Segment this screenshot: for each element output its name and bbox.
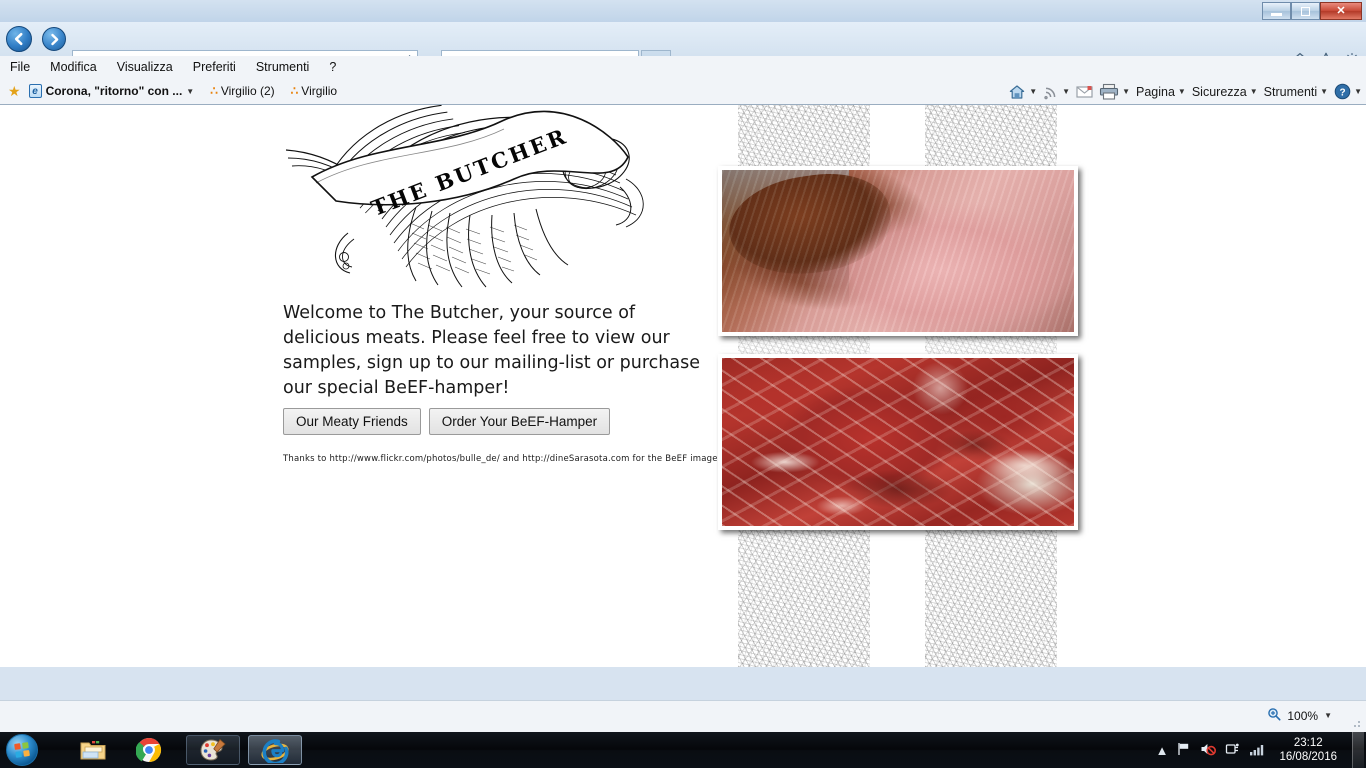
zoom-level-label: 100% (1287, 708, 1319, 723)
taskbar-item-internet-explorer[interactable] (248, 735, 302, 765)
signal-bars-icon[interactable] (1249, 743, 1264, 758)
command-print-button[interactable]: ▼ (1099, 83, 1130, 100)
favorite-item-virgilio[interactable]: ∴ Virgilio (291, 84, 337, 98)
command-help-button[interactable]: ? ▼ (1334, 83, 1362, 100)
menu-item-visualizza[interactable]: Visualizza (117, 60, 173, 74)
menu-item-modifica[interactable]: Modifica (50, 60, 97, 74)
network-icon[interactable] (1225, 742, 1240, 758)
internet-explorer-window: ✕ http://95.233.210.145:3000/demos/butch… (0, 0, 1366, 732)
minimize-button[interactable] (1262, 2, 1291, 20)
resize-grip[interactable] (1350, 717, 1362, 729)
chevron-down-icon[interactable]: ▼ (1122, 87, 1130, 96)
show-desktop-button[interactable] (1352, 732, 1364, 768)
page-button-row: Our Meaty Friends Order Your BeEF-Hamper (283, 408, 611, 435)
forward-button[interactable] (42, 27, 66, 51)
internet-explorer-icon (261, 739, 289, 763)
virgilio-icon: ∴ (210, 84, 218, 98)
command-mail-button[interactable] (1076, 85, 1093, 99)
close-button[interactable]: ✕ (1320, 2, 1362, 20)
taskbar-item-chrome[interactable] (122, 735, 176, 765)
command-label: Pagina (1135, 84, 1175, 99)
favorite-label: Virgilio (301, 84, 338, 98)
menu-item-preferiti[interactable]: Preferiti (193, 60, 236, 74)
chrome-icon (136, 738, 162, 762)
show-hidden-icons-button[interactable]: ▲ (1156, 744, 1169, 757)
volume-muted-icon[interactable] (1200, 742, 1217, 758)
welcome-text: Welcome to The Butcher, your source of d… (283, 303, 700, 398)
chevron-down-icon[interactable]: ▼ (1354, 87, 1362, 96)
favorite-item-corona[interactable]: e Corona, "ritorno" con ... ▼ (28, 84, 194, 98)
help-icon: ? (1334, 83, 1351, 100)
maximize-restore-button[interactable] (1291, 2, 1320, 20)
page-viewport: THE BUTCHER Welcome to The Butcher, your… (0, 105, 1366, 667)
order-beef-hamper-button[interactable]: Order Your BeEF-Hamper (428, 408, 611, 435)
ie-page-icon: e (28, 84, 42, 98)
command-home-button[interactable]: ▼ (1008, 84, 1037, 100)
zoom-control[interactable]: 100% ▼ (1267, 707, 1332, 724)
paint-palette-icon (200, 738, 226, 761)
taskbar: ▲ 23:12 16/08/2016 (0, 732, 1366, 768)
chevron-down-icon[interactable]: ▼ (1324, 711, 1332, 720)
home-icon (1010, 84, 1025, 99)
chevron-down-icon[interactable]: ▼ (186, 87, 194, 96)
favorite-item-virgilio-2[interactable]: ∴ Virgilio (2) (210, 84, 274, 98)
chevron-down-icon[interactable]: ▼ (1178, 87, 1186, 96)
taskbar-item-explorer[interactable] (66, 735, 120, 765)
screen: ✕ http://95.233.210.145:3000/demos/butch… (0, 0, 1366, 768)
zoom-magnifier-icon[interactable] (1267, 707, 1281, 724)
status-bar: 100% ▼ (0, 700, 1366, 732)
menu-bar: File Modifica Visualizza Preferiti Strum… (0, 56, 1366, 78)
start-button[interactable] (6, 734, 38, 766)
command-pagina-button[interactable]: Pagina ▼ (1136, 85, 1186, 99)
clock-date: 16/08/2016 (1279, 751, 1337, 763)
add-favorite-star-icon[interactable]: ★ (8, 83, 21, 100)
taskbar-item-paint[interactable] (186, 735, 240, 765)
chevron-down-icon[interactable]: ▼ (1320, 87, 1328, 96)
menu-item-strumenti[interactable]: Strumenti (256, 60, 310, 74)
system-tray: ▲ 23:12 16/08/2016 (1156, 732, 1366, 768)
raw-meat-photo (718, 354, 1078, 530)
clock-time: 23:12 (1293, 737, 1323, 749)
chevron-down-icon[interactable]: ▼ (1250, 87, 1258, 96)
roast-beef-photo (718, 166, 1078, 336)
title-bar: ✕ (0, 0, 1366, 22)
virgilio-icon: ∴ (290, 84, 299, 98)
command-feeds-button[interactable]: ▼ (1043, 84, 1070, 100)
arrow-right-icon (50, 33, 58, 45)
image-credits: Thanks to http://www.flickr.com/photos/b… (283, 454, 723, 464)
clock[interactable]: 23:12 16/08/2016 (1273, 736, 1343, 764)
favorite-label: Virgilio (2) (220, 84, 275, 98)
command-label: Strumenti (1263, 84, 1318, 99)
back-button[interactable] (6, 26, 32, 52)
action-center-flag-icon[interactable] (1177, 742, 1191, 758)
our-meaty-friends-button[interactable]: Our Meaty Friends (283, 408, 421, 435)
menu-item-file[interactable]: File (10, 60, 30, 74)
windows-logo-icon (14, 742, 30, 758)
chevron-down-icon[interactable]: ▼ (1062, 87, 1070, 96)
command-label: Sicurezza (1191, 84, 1247, 99)
arrow-left-icon (14, 32, 23, 46)
command-sicurezza-button[interactable]: Sicurezza ▼ (1192, 85, 1258, 99)
command-bar: ▼ ▼ ▼ Pagina ▼ Sicurezza ▼ Strumenti ▼ ?… (1008, 78, 1362, 105)
chevron-down-icon[interactable]: ▼ (1029, 87, 1037, 96)
navigation-bar: http://95.233.210.145:3000/demos/butcher… (0, 22, 1366, 76)
menu-item-help[interactable]: ? (329, 60, 336, 74)
butcher-logo-graphic: THE BUTCHER (285, 105, 644, 288)
feeds-rss-icon (1044, 87, 1056, 99)
folder-explorer-icon (80, 741, 106, 760)
favorite-label: Corona, "ritorno" con ... (45, 84, 183, 98)
svg-text:?: ? (1340, 87, 1346, 98)
mail-icon (1076, 85, 1093, 98)
butcher-logo: THE BUTCHER (276, 105, 666, 290)
print-icon (1100, 83, 1119, 100)
command-strumenti-button[interactable]: Strumenti ▼ (1264, 85, 1328, 99)
window-controls: ✕ (1262, 2, 1362, 20)
